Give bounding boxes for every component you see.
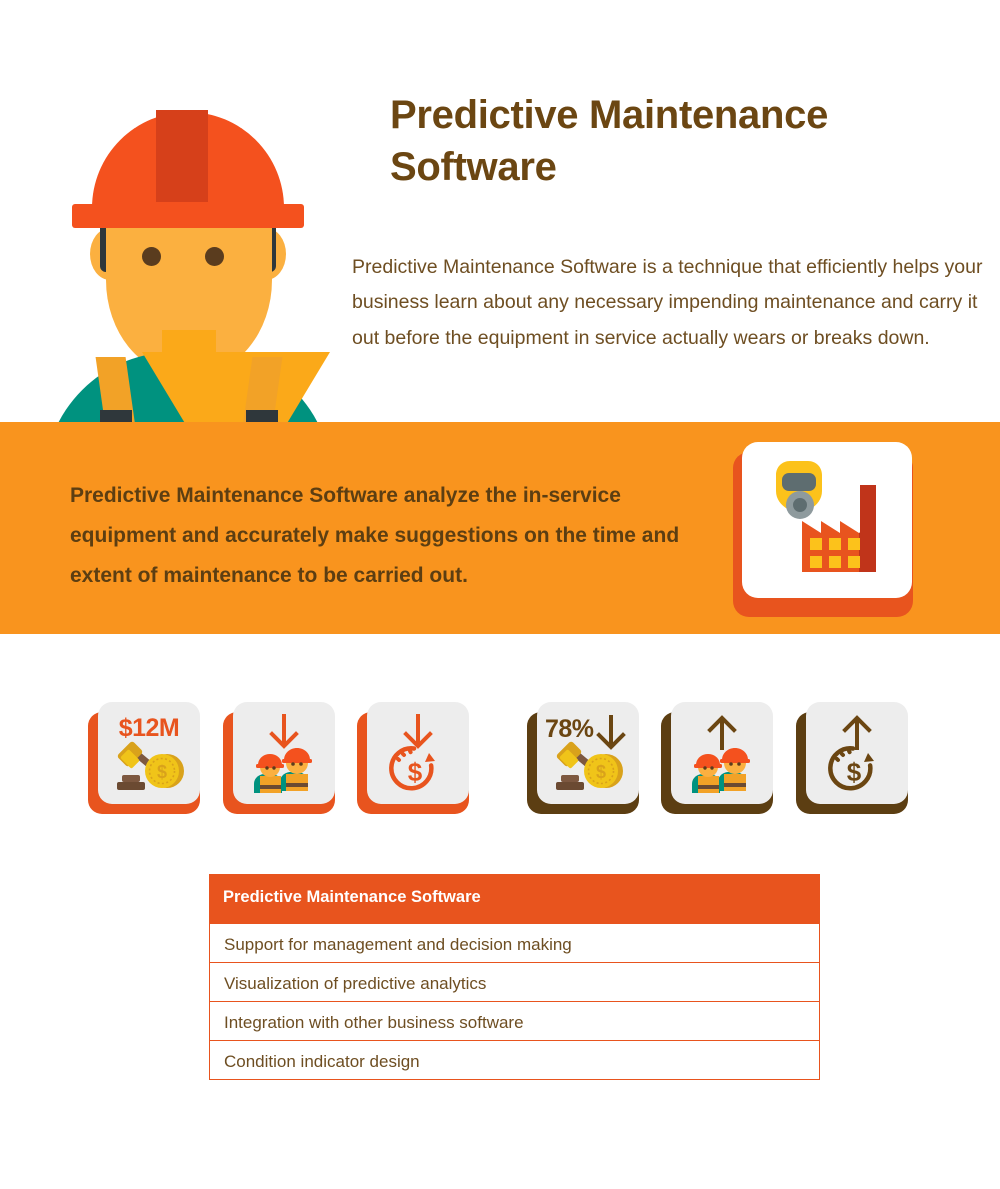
metric-tile-3[interactable]: $ <box>357 702 469 814</box>
banner-text: Predictive Maintenance Software analyze … <box>70 484 680 587</box>
tile-face[interactable]: $12M $ <box>98 702 200 804</box>
table-row[interactable]: Integration with other business software <box>209 1002 820 1041</box>
gavel-and-coin-icon: $ <box>556 741 623 790</box>
two-workers-icon <box>254 748 312 793</box>
factory-with-gas-mask-icon <box>776 461 876 572</box>
svg-text:$: $ <box>847 757 862 787</box>
recurring-cost-dollar-icon: $ <box>828 746 874 791</box>
tile-face[interactable]: $ <box>806 702 908 804</box>
worker-buckle-left <box>100 410 132 422</box>
worker-buckle-right <box>246 410 278 422</box>
two-workers-icon <box>692 748 750 793</box>
table-row[interactable]: Visualization of predictive analytics <box>209 963 820 1002</box>
tile-face[interactable] <box>671 702 773 804</box>
banner-icon-card <box>742 442 912 598</box>
page-title: Predictive Maintenance Software <box>390 92 829 189</box>
tile-face[interactable] <box>233 702 335 804</box>
worker-collar <box>142 352 330 422</box>
table-header: Predictive Maintenance Software <box>209 874 820 924</box>
tile-face[interactable]: $ <box>367 702 469 804</box>
table-row[interactable]: Condition indicator design <box>209 1041 820 1080</box>
gavel-and-coin-icon: $ <box>117 741 184 790</box>
worker-helmet-brim <box>72 204 304 228</box>
svg-text:$: $ <box>596 762 606 782</box>
metric-tile-6[interactable]: $ <box>796 702 908 814</box>
feature-table: Predictive Maintenance Software Support … <box>209 874 820 1080</box>
svg-text:$: $ <box>157 762 167 782</box>
tile-face[interactable]: 78% $ <box>537 702 639 804</box>
table-row[interactable]: Support for management and decision maki… <box>209 924 820 963</box>
metric-tile-2[interactable] <box>223 702 335 814</box>
worker-eye-left <box>142 247 161 266</box>
svg-text:$: $ <box>408 757 423 787</box>
hero-section: Predictive Maintenance Software Predicti… <box>0 0 1000 422</box>
hero-description: Predictive Maintenance Software is a tec… <box>352 255 983 349</box>
worker-helmet-crest <box>156 110 208 202</box>
recurring-cost-dollar-icon: $ <box>389 746 435 791</box>
metric-tile-5[interactable] <box>661 702 773 814</box>
construction-worker-illustration <box>38 52 338 422</box>
metric-tile-4[interactable]: 78% $ <box>527 702 639 814</box>
metric-tile-1[interactable]: $12M $ <box>88 702 200 814</box>
worker-eye-right <box>205 247 224 266</box>
